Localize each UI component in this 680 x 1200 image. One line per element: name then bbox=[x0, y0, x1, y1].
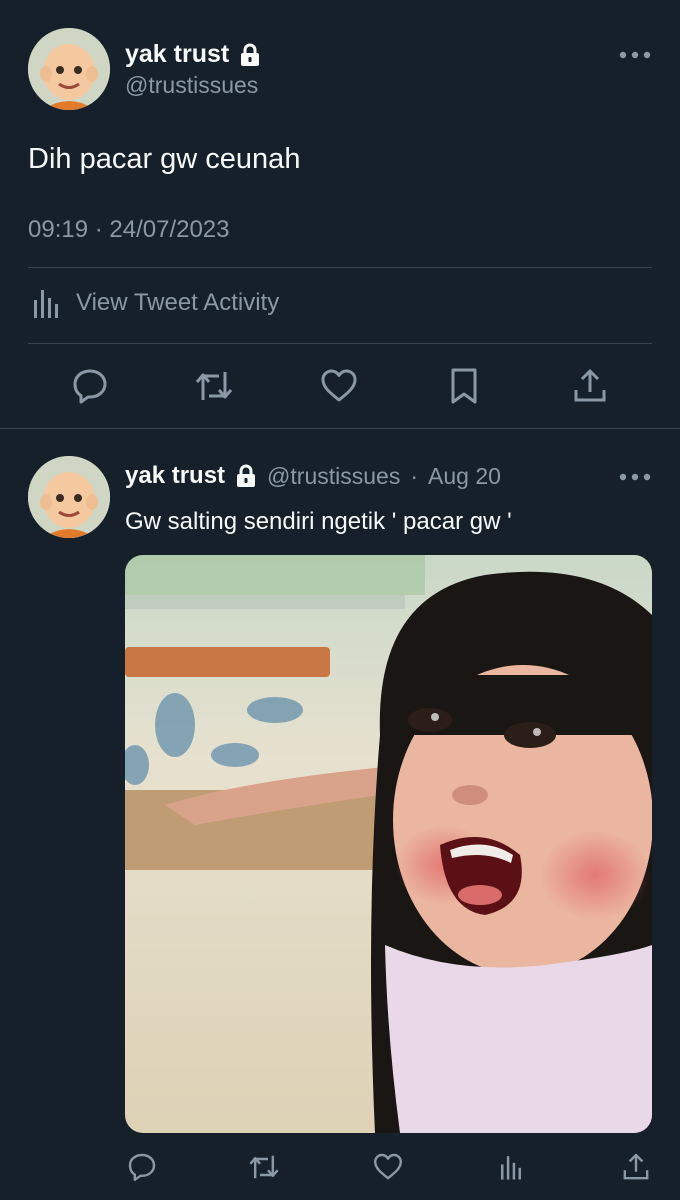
avatar[interactable] bbox=[28, 456, 110, 538]
views-icon[interactable] bbox=[496, 1151, 526, 1183]
display-name[interactable]: yak trust bbox=[125, 462, 225, 490]
reply-icon[interactable] bbox=[70, 366, 110, 406]
like-icon[interactable] bbox=[319, 366, 359, 406]
avatar[interactable] bbox=[28, 28, 110, 110]
tweet-timestamp[interactable]: 09:19 · 24/07/2023 bbox=[28, 216, 230, 244]
share-icon[interactable] bbox=[570, 366, 610, 406]
reply-icon[interactable] bbox=[126, 1151, 158, 1183]
thread-divider bbox=[0, 428, 680, 429]
divider bbox=[28, 267, 652, 268]
like-icon[interactable] bbox=[372, 1151, 404, 1183]
more-icon[interactable] bbox=[618, 472, 652, 482]
retweet-icon[interactable] bbox=[193, 366, 235, 406]
activity-label: View Tweet Activity bbox=[76, 289, 280, 316]
activity-icon bbox=[28, 286, 64, 320]
more-icon[interactable] bbox=[618, 50, 652, 60]
tweet-media-image[interactable] bbox=[125, 555, 652, 1133]
divider bbox=[28, 343, 652, 344]
lock-icon bbox=[239, 43, 261, 67]
tweet-text: Gw salting sendiri ngetik ' pacar gw ' bbox=[125, 508, 512, 535]
separator-dot: · bbox=[410, 462, 418, 489]
tweet-text: Dih pacar gw ceunah bbox=[28, 143, 301, 175]
share-icon[interactable] bbox=[620, 1151, 652, 1183]
tweet-date[interactable]: Aug 20 bbox=[428, 463, 501, 490]
view-tweet-activity-button[interactable]: View Tweet Activity bbox=[28, 286, 279, 320]
handle[interactable]: @trustissues bbox=[267, 463, 400, 490]
handle[interactable]: @trustissues bbox=[125, 72, 258, 99]
display-name[interactable]: yak trust bbox=[125, 40, 229, 69]
bookmark-icon[interactable] bbox=[446, 366, 482, 406]
retweet-icon[interactable] bbox=[247, 1151, 281, 1183]
lock-icon bbox=[235, 464, 257, 488]
